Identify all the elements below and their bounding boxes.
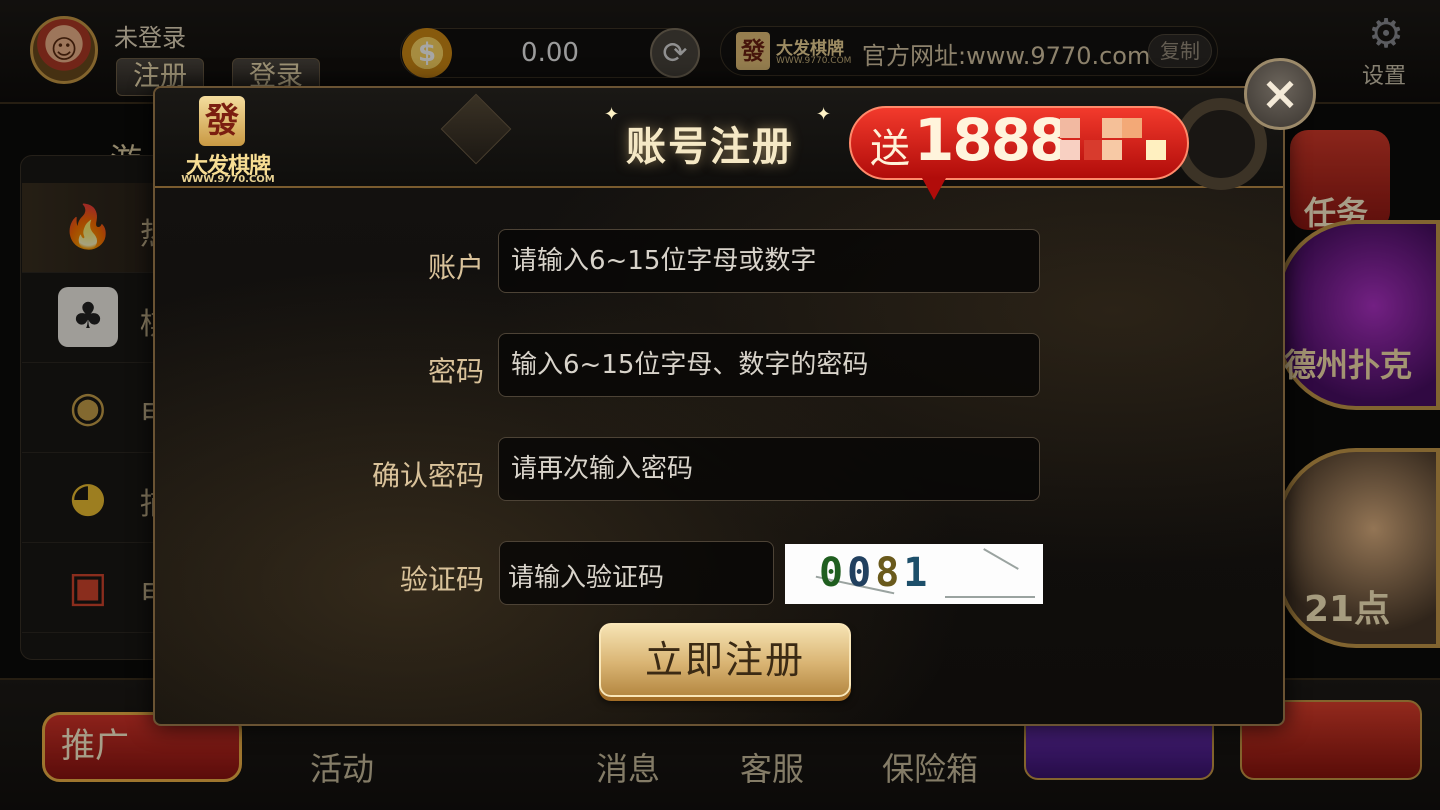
password-label: 密码 — [427, 355, 484, 388]
captcha-digit: 0 — [819, 550, 848, 596]
captcha-image[interactable]: 0081 — [785, 544, 1043, 604]
bonus-prefix: 送 — [870, 126, 910, 172]
mahjong-fa-icon: 發 — [199, 96, 245, 146]
close-button[interactable]: × — [1244, 58, 1316, 130]
password-input[interactable]: 输入6~15位字母、数字的密码 — [498, 333, 1040, 397]
confirm-password-input[interactable]: 请再次输入密码 — [498, 437, 1040, 501]
sparkle-icon: ✦ — [816, 104, 832, 125]
captcha-noise — [945, 596, 1035, 598]
register-submit-button[interactable]: 立即注册 — [599, 623, 851, 697]
captcha-digit: 1 — [903, 550, 932, 596]
dialog-title: 账号注册 — [626, 123, 794, 170]
captcha-digit: 8 — [875, 550, 904, 596]
close-icon: × — [1260, 66, 1300, 120]
dialog-brand-url: WWW.9770.COM — [181, 174, 275, 185]
pixelated-text — [1060, 118, 1170, 162]
account-input[interactable]: 请输入6~15位字母或数字 — [498, 229, 1040, 293]
confirm-password-label: 确认密码 — [371, 459, 484, 492]
captcha-code: 0081 — [819, 550, 931, 596]
captcha-digit: 0 — [847, 550, 876, 596]
bonus-badge-tail — [922, 178, 946, 200]
account-label: 账户 — [427, 251, 484, 284]
captcha-label: 验证码 — [399, 563, 484, 596]
bonus-amount: 1888 — [914, 106, 1069, 174]
dialog-brand-logo: 發 大发棋牌 WWW.9770.COM — [171, 96, 281, 185]
captcha-noise — [983, 548, 1019, 570]
sparkle-icon: ✦ — [604, 104, 620, 125]
captcha-input[interactable]: 请输入验证码 — [499, 541, 774, 605]
